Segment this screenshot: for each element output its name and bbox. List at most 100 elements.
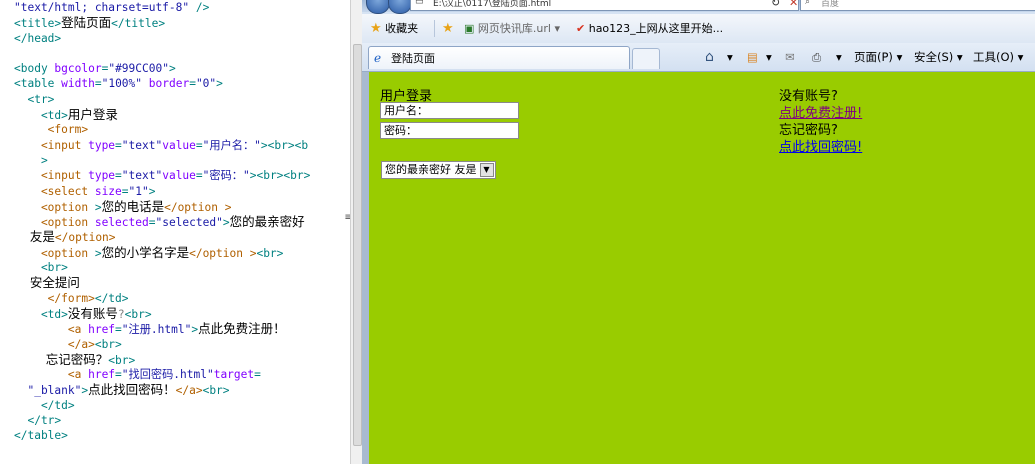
code-token: <table xyxy=(14,77,62,91)
code-token: = xyxy=(195,138,203,152)
safety-menu[interactable]: 安全(S) ▾ xyxy=(914,43,963,71)
code-token: <select xyxy=(14,184,95,198)
fav-link-webslice[interactable]: ▣ 网页快讯库.url ▾ xyxy=(464,14,560,43)
code-line: <td>用户登录 xyxy=(14,107,350,122)
code-line: <a href="找回密码.html"target= xyxy=(14,367,350,382)
code-line: </td> xyxy=(14,398,350,413)
code-token: > xyxy=(148,184,156,198)
tab-login-page[interactable]: ℯ 登陆页面 xyxy=(368,46,630,69)
code-token: </tr> xyxy=(14,414,62,428)
back-button[interactable] xyxy=(366,0,390,14)
source-code[interactable]: "text/html; charset=utf-8" /> <title>登陆页面… xyxy=(14,0,350,444)
code-token: " xyxy=(254,138,261,152)
code-token: size xyxy=(94,184,122,198)
code-token: = xyxy=(195,169,203,183)
code-line: <select size="1"> xyxy=(14,184,350,199)
chevron-down-icon[interactable]: ▼ xyxy=(479,163,494,177)
code-token: </option> xyxy=(54,231,116,245)
code-token: <br> xyxy=(94,337,122,351)
favorites-button[interactable]: ★ 收藏夹 xyxy=(370,14,418,43)
page-menu[interactable]: 页面(P) ▾ xyxy=(854,43,902,71)
code-token: > xyxy=(168,62,176,76)
code-token: 忘记密码？ xyxy=(14,351,109,367)
code-token: = xyxy=(115,368,122,382)
code-line: <input type="text"value="密码："><br><br> xyxy=(14,168,350,183)
code-line: <form> xyxy=(14,122,350,137)
code-line: <td>没有账号?<br> xyxy=(14,306,350,321)
code-token: 没有账号 xyxy=(67,305,118,321)
code-line: <option >您的小学名字是</option ><br> xyxy=(14,245,350,260)
password-input[interactable]: 密码： xyxy=(380,122,519,139)
code-token: "1" xyxy=(128,184,149,198)
code-line: 忘记密码？<br> xyxy=(14,352,350,367)
new-tab-button[interactable] xyxy=(632,48,660,69)
address-bar[interactable]: ▭ E:\汉正\0117\登陆页面.html xyxy=(410,0,799,11)
code-line: <table width="100%" border="0"> xyxy=(14,76,350,91)
code-line: <option >您的电话是</option > xyxy=(14,199,350,214)
browser-window: ▭ E:\汉正\0117\登陆页面.html ↻ ✕ ⌕ 百度 ★ 收藏夹 ★ … xyxy=(362,0,1035,464)
code-token: </head> xyxy=(14,31,62,45)
code-token: = xyxy=(115,169,122,183)
page-icon: ▭ xyxy=(415,0,424,7)
code-line: <title>登陆页面</title> xyxy=(14,15,350,30)
code-token: <td> xyxy=(14,307,68,321)
code-token: <option xyxy=(14,200,95,214)
hao123-icon: ✔ xyxy=(576,22,586,35)
username-input[interactable]: 用户名： xyxy=(380,102,519,119)
code-token: <br> xyxy=(202,384,230,398)
code-line: <input type="text"value="用户名："><br><b xyxy=(14,138,350,153)
search-box[interactable]: ⌕ 百度 xyxy=(800,0,1035,11)
address-text: E:\汉正\0117\登陆页面.html xyxy=(433,0,552,9)
print-icon[interactable]: ⎙ xyxy=(812,43,821,71)
feeds-icon[interactable]: ▤ xyxy=(747,43,758,71)
code-token: 安全提问 xyxy=(14,275,80,291)
tools-menu[interactable]: 工具(O) ▾ xyxy=(973,43,1023,71)
home-icon[interactable]: ⌂ xyxy=(705,43,714,71)
code-token: </a> xyxy=(175,384,203,398)
code-token: <form> xyxy=(14,123,89,137)
stop-icon[interactable]: ✕ xyxy=(789,0,798,9)
code-line: <br> xyxy=(14,260,350,275)
refresh-icon[interactable]: ↻ xyxy=(771,0,780,9)
mail-icon[interactable]: ✉ xyxy=(785,43,795,71)
code-token: > xyxy=(94,246,102,260)
code-editor[interactable]: "text/html; charset=utf-8" /> <title>登陆页面… xyxy=(0,0,350,464)
divider xyxy=(434,20,435,37)
code-token: ? xyxy=(117,307,125,321)
fav-link-hao123[interactable]: ✔ hao123_上网从这里开始... xyxy=(576,14,723,43)
code-token: 用户登录 xyxy=(67,107,118,123)
editor-scroll-thumb[interactable] xyxy=(353,44,362,446)
code-token: > xyxy=(14,153,48,167)
code-token: "_blank" xyxy=(14,384,82,398)
add-favorite-button[interactable]: ★ xyxy=(442,14,454,43)
code-token: "用户名： xyxy=(202,138,255,152)
page-content: 用户登录 用户名： 密码： 您的最亲密好 友是 ▼ 没有账号? 点此免费注册! … xyxy=(369,72,1035,464)
code-token: target xyxy=(213,368,255,382)
code-token: "0" xyxy=(195,77,217,91)
code-token: type xyxy=(88,138,116,152)
code-token: type xyxy=(88,169,116,183)
home-dropdown[interactable]: ▾ xyxy=(727,43,733,71)
code-token: "text/html; charset=utf-8" xyxy=(14,1,190,14)
search-placeholder: 百度 xyxy=(821,0,840,9)
code-token: </option > xyxy=(189,246,257,260)
code-token: <body xyxy=(14,62,55,76)
tab-title: 登陆页面 xyxy=(391,52,435,65)
security-question-select[interactable]: 您的最亲密好 友是 ▼ xyxy=(381,161,496,179)
code-line: </form></td> xyxy=(14,291,350,306)
fav-link-label: hao123_上网从这里开始... xyxy=(588,22,724,35)
code-token: width xyxy=(61,77,95,91)
code-token: </title> xyxy=(111,17,166,31)
code-line: </a><br> xyxy=(14,337,350,352)
code-token: <tr> xyxy=(14,92,55,106)
code-line: 友是</option> xyxy=(14,229,350,244)
code-token: <title> xyxy=(14,17,62,31)
code-token: <br><br> xyxy=(256,169,311,183)
code-token: <br> xyxy=(14,261,68,275)
code-token: </table> xyxy=(14,429,68,443)
print-dropdown[interactable]: ▾ xyxy=(836,43,842,71)
feeds-dropdown[interactable]: ▾ xyxy=(766,43,772,71)
recover-password-link[interactable]: 点此找回密码! xyxy=(779,136,862,155)
code-token: > xyxy=(216,77,223,91)
